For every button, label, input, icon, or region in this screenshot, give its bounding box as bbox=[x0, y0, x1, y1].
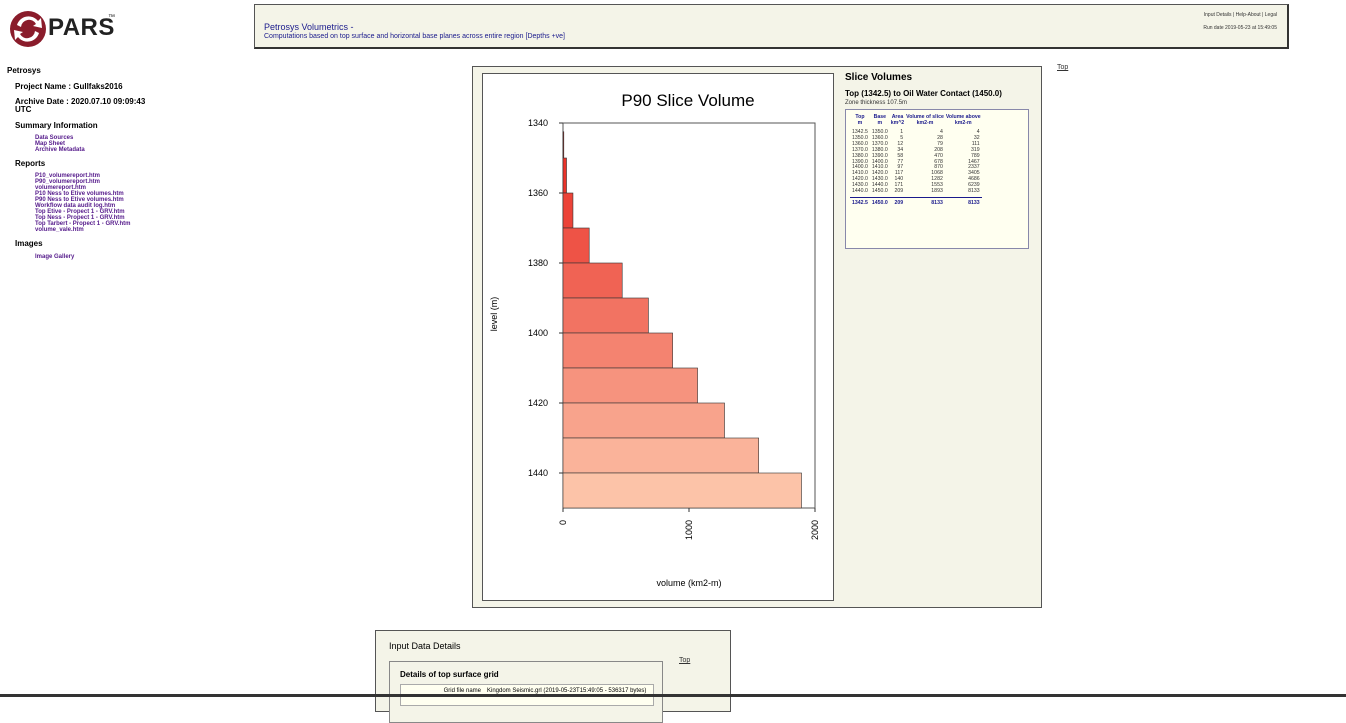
chart-bar bbox=[562, 192, 574, 229]
images-heading: Images bbox=[15, 239, 43, 248]
report-link-10[interactable]: volume_vale.htm bbox=[35, 227, 84, 233]
run-date: Run date 2019-05-23 at 15:49:05 bbox=[1203, 25, 1277, 31]
x-tick-label: 0 bbox=[558, 520, 568, 525]
top-surface-grid-details: Details of top surface grid Grid file na… bbox=[389, 661, 663, 723]
top-link[interactable]: Top bbox=[1057, 64, 1068, 71]
archive-timezone: UTC bbox=[15, 105, 32, 114]
x-tick-label: 1000 bbox=[684, 520, 694, 540]
input-data-panel: Input Data Details Details of top surfac… bbox=[375, 630, 731, 723]
chart-title: P90 Slice Volume bbox=[621, 91, 754, 110]
input-top-link[interactable]: Top bbox=[679, 657, 690, 664]
unit-area: km^2 bbox=[890, 119, 905, 126]
chart-bar bbox=[562, 472, 802, 509]
table-cell: 1440.0 bbox=[852, 188, 868, 195]
total-cell: 8133 bbox=[905, 196, 945, 207]
reports-heading: Reports bbox=[15, 159, 46, 168]
slice-volume-chart: 1340 1360 1380 1400 1420 1440 0 1000 2000 P90 Sli… bbox=[489, 91, 820, 588]
summary-heading: Summary Information bbox=[15, 121, 98, 130]
header-link-separator: | bbox=[1232, 12, 1235, 18]
chart-bar bbox=[562, 332, 673, 369]
chart-bar bbox=[562, 402, 725, 439]
y-tick-label: 1380 bbox=[528, 258, 548, 268]
archive-date: Archive Date : 2020.07.10 09:09:43 bbox=[15, 97, 146, 106]
header-link-separator: | bbox=[1262, 12, 1264, 18]
x-tick-label: 2000 bbox=[810, 520, 820, 540]
zone-thickness: Zone thickness 107.5m bbox=[845, 100, 908, 106]
sidebar-section-title: Petrosys bbox=[7, 66, 41, 75]
link-legal[interactable]: Legal bbox=[1265, 12, 1277, 18]
top-surface-grid-title: Details of top surface grid bbox=[400, 670, 499, 679]
y-tick-label: 1400 bbox=[528, 328, 548, 338]
table-cell: 1450.0 bbox=[871, 188, 888, 195]
y-axis-label: level (m) bbox=[489, 297, 499, 332]
link-archive-metadata[interactable]: Archive Metadata bbox=[35, 147, 85, 153]
report-header: Petrosys Volumetrics - Computations base… bbox=[254, 4, 1289, 49]
input-data-title: Input Data Details bbox=[389, 641, 461, 651]
brand-trademark: ™ bbox=[108, 14, 115, 21]
chart-bar bbox=[562, 437, 759, 474]
x-axis-label: volume (km2-m) bbox=[656, 578, 721, 588]
header-links: Input Details | Help-About | Legal bbox=[1204, 12, 1277, 18]
link-image-gallery[interactable]: Image Gallery bbox=[35, 254, 74, 260]
project-name: Project Name : Gullfaks2016 bbox=[15, 82, 123, 91]
chart-bar bbox=[562, 131, 565, 159]
chart-bar bbox=[562, 367, 698, 404]
chart-bar bbox=[562, 297, 649, 334]
chart-bar bbox=[562, 262, 623, 299]
total-cell: 209 bbox=[889, 196, 906, 207]
slice-volumes-table: Top Base Area Volume of slice Volume abo… bbox=[845, 109, 1029, 249]
y-tick-label: 1360 bbox=[528, 188, 548, 198]
chart-container: 1340 1360 1380 1400 1420 1440 0 1000 2000 P90 Sli… bbox=[482, 73, 834, 601]
slice-volumes-subtitle: Top (1342.5) to Oil Water Contact (1450.… bbox=[845, 89, 1002, 98]
link-help-about[interactable]: Help-About bbox=[1236, 12, 1261, 18]
y-tick-label: 1420 bbox=[528, 398, 548, 408]
table-total-row: 1342.5 1450.0 209 8133 8133 bbox=[850, 196, 982, 207]
header-subtitle: Computations based on top surface and ho… bbox=[264, 33, 565, 40]
total-cell: 8133 bbox=[944, 196, 982, 207]
slice-volumes-table-body: 1342.5 1350.0 1 4 4 1350.0 1360.0 5 28 32 1360.0 13… bbox=[850, 129, 982, 207]
slice-volumes-title: Slice Volumes bbox=[845, 72, 913, 83]
total-cell: 1342.5 bbox=[850, 196, 870, 207]
y-tick-label: 1440 bbox=[528, 468, 548, 478]
total-cell: 1450.0 bbox=[869, 196, 890, 207]
link-input-details[interactable]: Input Details bbox=[1204, 12, 1232, 18]
brand-name: PARS bbox=[48, 14, 115, 41]
chart-bar bbox=[562, 157, 567, 194]
slice-volume-panel: 1340 1360 1380 1400 1420 1440 0 1000 2000 P90 Sli… bbox=[472, 66, 1042, 608]
header-title: Petrosys Volumetrics - bbox=[264, 22, 354, 32]
y-tick-label: 1340 bbox=[528, 118, 548, 128]
chart-bar bbox=[562, 227, 590, 264]
